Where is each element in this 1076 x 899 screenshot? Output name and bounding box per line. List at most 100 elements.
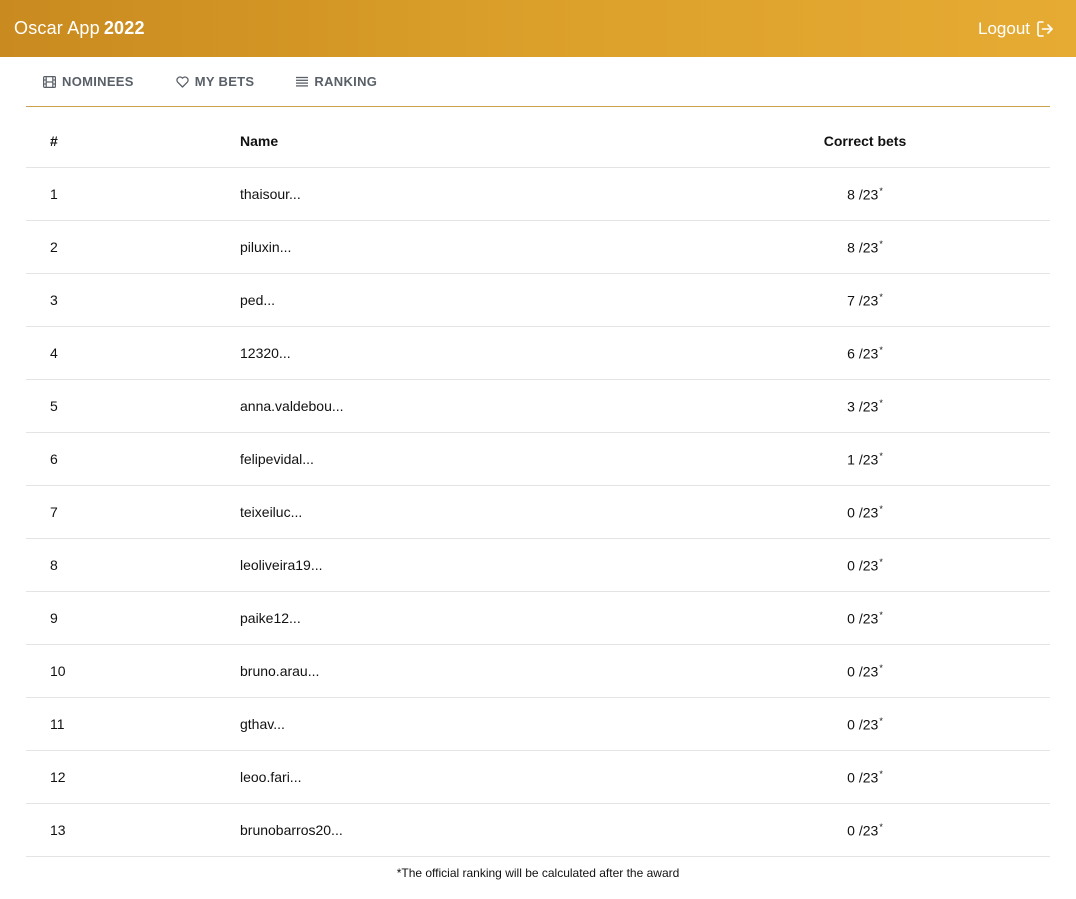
correct-bets-cell: 7 /23* <box>700 292 1030 309</box>
nav-tabs: NOMINEES MY BETS RANKING <box>26 57 1050 107</box>
name-cell: leoo.fari... <box>240 769 302 785</box>
table-row: 2 piluxin... 8 /23* <box>26 221 1050 274</box>
correct-bets-cell: 0 /23* <box>700 557 1030 574</box>
rank-cell: 6 <box>50 451 58 467</box>
rank-cell: 8 <box>50 557 58 573</box>
top-bar: Oscar App 2022 Logout <box>0 0 1076 57</box>
name-cell: thaisour... <box>240 186 301 202</box>
heart-icon <box>176 75 189 88</box>
ranking-footnote: *The official ranking will be calculated… <box>396 866 680 880</box>
name-cell: teixeiluc... <box>240 504 303 520</box>
app-brand: Oscar App 2022 <box>14 18 145 39</box>
table-row: 10 bruno.arau... 0 /23* <box>26 645 1050 698</box>
correct-bets-value: 0 /23 <box>847 610 879 627</box>
tab-nominees-label: NOMINEES <box>62 74 134 89</box>
table-row: 3 ped... 7 /23* <box>26 274 1050 327</box>
column-header-name: Name <box>240 133 279 149</box>
tab-my-bets-label: MY BETS <box>194 74 255 89</box>
ranking-table: # Name Correct bets 1 thaisour... 8 /23* 2 p… <box>26 115 1050 857</box>
asterisk-mark: * <box>879 291 883 302</box>
asterisk-mark: * <box>879 238 883 249</box>
rank-cell: 3 <box>50 292 58 308</box>
table-row: 4 12320... 6 /23* <box>26 327 1050 380</box>
tab-ranking[interactable]: RANKING <box>296 74 377 89</box>
correct-bets-value: 7 /23 <box>847 292 879 309</box>
rank-cell: 12 <box>50 769 66 785</box>
asterisk-mark: * <box>879 715 883 726</box>
table-row: 7 teixeiluc... 0 /23* <box>26 486 1050 539</box>
app-year: 2022 <box>103 18 145 38</box>
correct-bets-cell: 0 /23* <box>700 663 1030 680</box>
correct-bets-cell: 0 /23* <box>700 716 1030 733</box>
correct-bets-value: 0 /23 <box>847 663 879 680</box>
correct-bets-value: 3 /23 <box>847 398 879 415</box>
rank-cell: 13 <box>50 822 66 838</box>
correct-bets-cell: 6 /23* <box>700 345 1030 362</box>
table-row: 11 gthav... 0 /23* <box>26 698 1050 751</box>
correct-bets-value: 0 /23 <box>847 769 879 786</box>
asterisk-mark: * <box>879 185 883 196</box>
column-header-rank: # <box>50 133 58 149</box>
rank-cell: 2 <box>50 239 58 255</box>
table-row: 13 brunobarros20... 0 /23* <box>26 804 1050 857</box>
tab-my-bets[interactable]: MY BETS <box>176 74 255 89</box>
name-cell: bruno.arau... <box>240 663 320 679</box>
rank-cell: 10 <box>50 663 66 679</box>
name-cell: felipevidal... <box>240 451 314 467</box>
tab-nominees[interactable]: NOMINEES <box>43 74 134 89</box>
correct-bets-cell: 3 /23* <box>700 398 1030 415</box>
asterisk-mark: * <box>879 768 883 779</box>
film-icon <box>43 75 56 88</box>
asterisk-mark: * <box>879 344 883 355</box>
correct-bets-cell: 8 /23* <box>700 239 1030 256</box>
table-row: 12 leoo.fari... 0 /23* <box>26 751 1050 804</box>
table-header-row: # Name Correct bets <box>26 115 1050 168</box>
rank-cell: 11 <box>50 716 65 732</box>
asterisk-mark: * <box>879 556 883 567</box>
rank-cell: 9 <box>50 610 58 626</box>
correct-bets-value: 1 /23 <box>847 451 879 468</box>
table-body: 1 thaisour... 8 /23* 2 piluxin... 8 /23* 3 ped.… <box>26 168 1050 857</box>
asterisk-mark: * <box>879 450 883 461</box>
logout-button[interactable]: Logout <box>978 19 1054 39</box>
table-row: 1 thaisour... 8 /23* <box>26 168 1050 221</box>
rank-cell: 1 <box>50 186 58 202</box>
correct-bets-value: 0 /23 <box>847 504 879 521</box>
name-cell: paike12... <box>240 610 301 626</box>
table-row: 9 paike12... 0 /23* <box>26 592 1050 645</box>
name-cell: ped... <box>240 292 276 308</box>
logout-label: Logout <box>978 18 1030 38</box>
table-row: 8 leoliveira19... 0 /23* <box>26 539 1050 592</box>
correct-bets-cell: 0 /23* <box>700 822 1030 839</box>
correct-bets-cell: 0 /23* <box>700 504 1030 521</box>
correct-bets-cell: 8 /23* <box>700 186 1030 203</box>
rank-cell: 5 <box>50 398 58 414</box>
asterisk-mark: * <box>879 503 883 514</box>
name-cell: gthav... <box>240 716 285 732</box>
name-cell: anna.valdebou... <box>240 398 344 414</box>
app-name: Oscar App <box>14 18 100 38</box>
correct-bets-cell: 1 /23* <box>700 451 1030 468</box>
tab-ranking-label: RANKING <box>314 74 378 89</box>
name-cell: 12320... <box>240 345 291 361</box>
correct-bets-value: 8 /23 <box>847 186 879 203</box>
rank-cell: 4 <box>50 345 58 361</box>
correct-bets-value: 6 /23 <box>847 345 879 362</box>
column-header-correct-bets: Correct bets <box>823 133 907 149</box>
asterisk-mark: * <box>879 609 883 620</box>
name-cell: piluxin... <box>240 239 292 255</box>
correct-bets-cell: 0 /23* <box>700 610 1030 627</box>
correct-bets-value: 0 /23 <box>847 716 879 733</box>
table-row: 6 felipevidal... 1 /23* <box>26 433 1050 486</box>
correct-bets-value: 0 /23 <box>847 822 879 839</box>
asterisk-mark: * <box>879 821 883 832</box>
logout-icon <box>1037 20 1053 37</box>
name-cell: brunobarros20... <box>240 822 343 838</box>
name-cell: leoliveira19... <box>240 557 323 573</box>
correct-bets-value: 8 /23 <box>847 239 879 256</box>
correct-bets-value: 0 /23 <box>847 557 879 574</box>
asterisk-mark: * <box>879 662 883 673</box>
correct-bets-cell: 0 /23* <box>700 769 1030 786</box>
table-row: 5 anna.valdebou... 3 /23* <box>26 380 1050 433</box>
list-icon <box>296 76 309 87</box>
